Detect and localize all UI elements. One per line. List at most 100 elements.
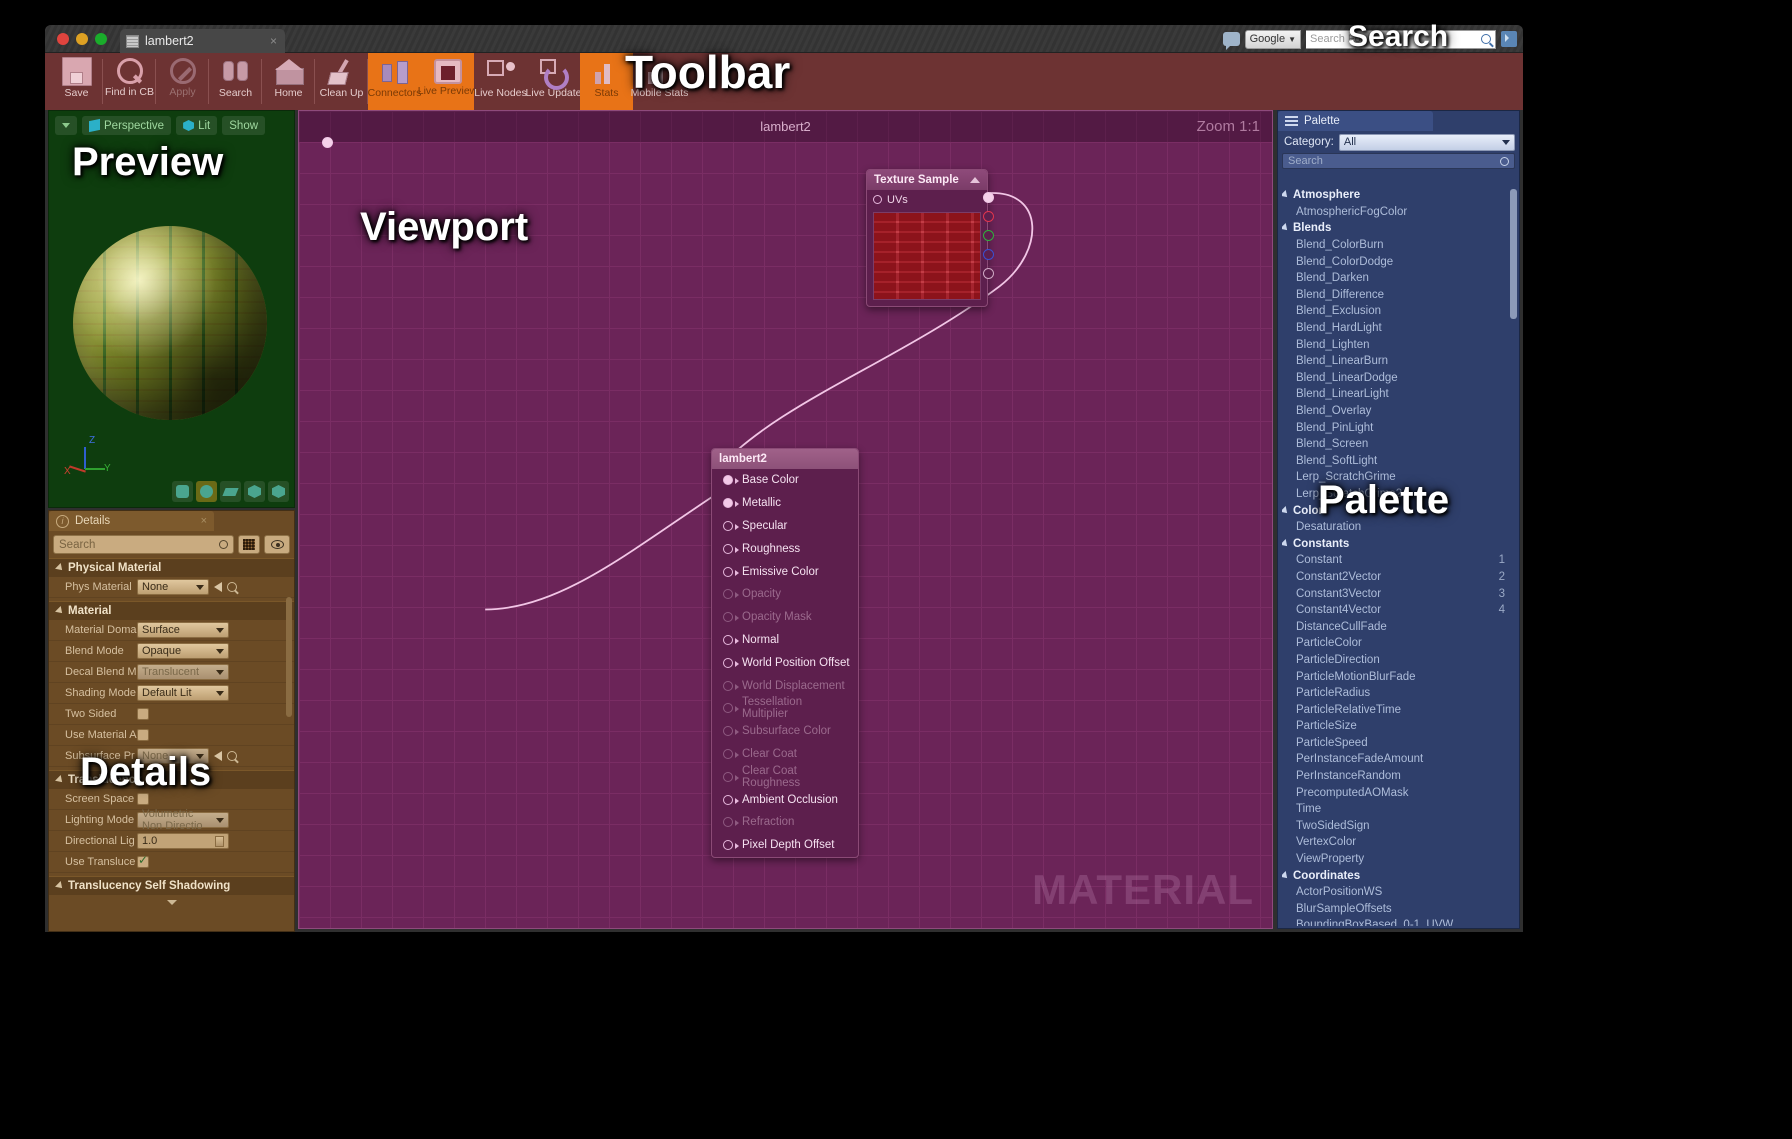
palette-scrollbar[interactable] [1510,189,1517,319]
material-input-base-color[interactable]: Base Color [712,469,858,492]
download-icon[interactable] [1501,31,1517,47]
material-input-specular[interactable]: Specular [712,515,858,538]
preview-shape-cube[interactable] [244,481,265,502]
material-output-node[interactable]: lambert2 Base ColorMetallicSpecularRough… [711,448,859,858]
palette-group-blends[interactable]: Blends [1282,220,1509,237]
preview-shape-custom[interactable] [268,481,289,502]
material-input-world-displacement[interactable]: World Displacement [712,674,858,697]
input-pin-icon[interactable] [723,840,733,850]
palette-search-input[interactable]: Search [1282,153,1515,169]
toolbar-button-home[interactable]: Home [262,53,315,110]
palette-item[interactable]: ParticleMotionBlurFade [1282,668,1509,685]
palette-category-select[interactable]: All [1339,134,1515,151]
close-window-button[interactable] [57,33,69,45]
output-pin-a[interactable] [983,268,994,279]
toolbar-button-clean-up[interactable]: Clean Up [315,53,368,110]
palette-group-constants[interactable]: Constants [1282,535,1509,552]
toolbar-button-save[interactable]: Save [50,53,103,110]
details-checkbox[interactable] [137,708,149,720]
window-controls[interactable] [57,33,107,45]
palette-item[interactable]: BlurSampleOffsets [1282,901,1509,918]
palette-item[interactable]: ParticleRelativeTime [1282,701,1509,718]
details-checkbox[interactable] [137,729,149,741]
palette-item[interactable]: PrecomputedAOMask [1282,784,1509,801]
output-pin-b[interactable] [983,249,994,260]
material-input-world-position-offset[interactable]: World Position Offset [712,651,858,674]
input-pin-icon[interactable] [723,521,733,531]
palette-item[interactable]: Blend_Overlay [1282,403,1509,420]
palette-item[interactable]: PerInstanceFadeAmount [1282,751,1509,768]
palette-item[interactable]: Blend_PinLight [1282,419,1509,436]
palette-item[interactable]: PerInstanceRandom [1282,768,1509,785]
preview-options-button[interactable] [55,116,77,135]
details-scrollbar[interactable] [286,597,292,717]
maximize-window-button[interactable] [95,33,107,45]
details-group-material[interactable]: Material [49,601,294,620]
palette-item[interactable]: AtmosphericFogColor [1282,204,1509,221]
material-input-tessellation-multiplier[interactable]: Tessellation Multiplier [712,697,858,720]
palette-item[interactable]: Blend_HardLight [1282,320,1509,337]
palette-item[interactable]: Blend_Difference [1282,287,1509,304]
input-pin-icon[interactable] [723,658,733,668]
palette-item[interactable]: ActorPositionWS [1282,884,1509,901]
input-pin-icon[interactable] [723,681,733,691]
browse-magnifier-icon[interactable] [227,751,237,761]
details-checkbox[interactable] [137,856,149,868]
palette-tab[interactable]: Palette [1278,111,1433,131]
close-icon[interactable]: × [201,515,207,527]
palette-item[interactable]: Blend_ColorDodge [1282,253,1509,270]
input-pin-icon[interactable] [723,817,733,827]
details-number-input[interactable]: 1.0 [137,833,229,849]
preview-camera-mode-button[interactable]: Perspective [82,116,171,135]
input-pin-icon[interactable] [723,475,733,485]
material-input-subsurface-color[interactable]: Subsurface Color [712,720,858,743]
toolbar-button-live-preview[interactable]: Live Preview [421,53,474,110]
toolbar-button-apply[interactable]: Apply [156,53,209,110]
browse-magnifier-icon[interactable] [227,582,237,592]
material-input-pixel-depth-offset[interactable]: Pixel Depth Offset [712,834,858,857]
details-select[interactable]: None [137,579,209,595]
input-pin-icon[interactable] [723,635,733,645]
palette-item[interactable]: VertexColor [1282,834,1509,851]
texture-sample-node-header[interactable]: Texture Sample [867,170,987,190]
palette-item[interactable]: TwoSidedSign [1282,818,1509,835]
material-input-refraction[interactable]: Refraction [712,811,858,834]
palette-item[interactable]: Constant1 [1282,552,1509,569]
toolbar-button-find-in-cb[interactable]: Find in CB [103,53,156,110]
details-select[interactable]: Surface [137,622,229,638]
constant-output-pin[interactable] [322,137,333,148]
details-select[interactable]: Default Lit [137,685,229,701]
details-collapse-handle[interactable] [49,895,294,909]
palette-item[interactable]: Constant4Vector4 [1282,602,1509,619]
palette-item[interactable]: Blend_Screen [1282,436,1509,453]
chevron-up-icon[interactable] [970,177,980,183]
toolbar-button-live-update[interactable]: Live Update [527,53,580,110]
palette-item[interactable]: Blend_LinearDodge [1282,370,1509,387]
toolbar-button-connectors[interactable]: Connectors [368,53,421,110]
input-pin-icon[interactable] [723,589,733,599]
search-engine-selector[interactable]: Google ▼ [1245,30,1301,49]
palette-item[interactable]: Blend_Lighten [1282,336,1509,353]
palette-item[interactable]: Blend_LinearBurn [1282,353,1509,370]
palette-item[interactable]: ParticleColor [1282,635,1509,652]
material-input-ambient-occlusion[interactable]: Ambient Occlusion [712,788,858,811]
material-input-emissive-color[interactable]: Emissive Color [712,560,858,583]
palette-item[interactable]: DistanceCullFade [1282,618,1509,635]
preview-shape-sphere[interactable] [196,481,217,502]
input-pin-icon[interactable] [723,544,733,554]
material-output-node-header[interactable]: lambert2 [712,449,858,469]
palette-item[interactable]: Constant3Vector3 [1282,585,1509,602]
palette-item[interactable]: Desaturation [1282,519,1509,536]
details-select[interactable]: Opaque [137,643,229,659]
texture-sample-node[interactable]: Texture Sample UVs [866,169,988,307]
palette-item[interactable]: Blend_ColorBurn [1282,237,1509,254]
palette-item[interactable]: Blend_SoftLight [1282,453,1509,470]
input-pin-icon[interactable] [723,498,733,508]
palette-item[interactable]: Blend_Darken [1282,270,1509,287]
details-grid-view-button[interactable] [238,535,260,554]
details-search-input[interactable]: Search [53,535,234,554]
input-pin-icon[interactable] [723,795,733,805]
input-pin-icon[interactable] [723,612,733,622]
material-input-clear-coat[interactable]: Clear Coat [712,743,858,766]
minimize-window-button[interactable] [76,33,88,45]
